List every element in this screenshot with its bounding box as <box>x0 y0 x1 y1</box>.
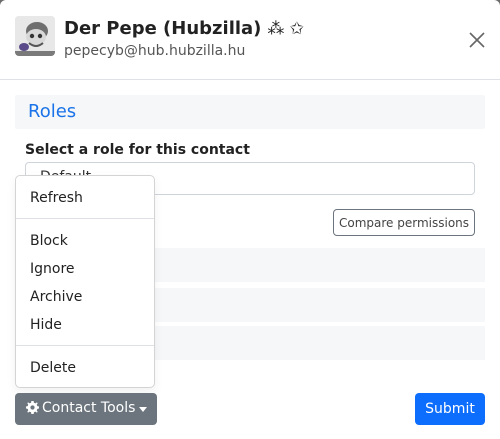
menu-item-delete[interactable]: Delete <box>16 355 154 381</box>
menu-item-hide[interactable]: Hide <box>16 312 154 338</box>
menu-item-archive[interactable]: Archive <box>16 284 154 310</box>
contact-tools-label: Contact Tools <box>42 400 136 416</box>
contact-edit-modal: Der Pepe (Hubzilla) ⁂ ✩ pepecyb@hub.hubzi… <box>0 0 500 439</box>
close-icon[interactable] <box>467 30 487 50</box>
caret-down-icon <box>139 407 147 412</box>
menu-item-ignore[interactable]: Ignore <box>16 256 154 282</box>
menu-item-refresh[interactable]: Refresh <box>16 185 154 211</box>
compare-permissions-button[interactable]: Compare permissions <box>333 209 475 236</box>
contact-name: Der Pepe (Hubzilla) ⁂ ✩ <box>64 18 304 39</box>
rating-stars: ⁂ ✩ <box>267 19 305 39</box>
avatar-image <box>15 16 55 56</box>
contact-tools-menu: Refresh Block Ignore Archive Hide Delete <box>15 175 155 388</box>
contact-address: pepecyb@hub.hubzilla.hu <box>64 43 246 59</box>
contact-tools-button[interactable]: Contact Tools <box>15 393 157 425</box>
modal-header: Der Pepe (Hubzilla) ⁂ ✩ pepecyb@hub.hubzi… <box>0 0 500 80</box>
contact-name-text: Der Pepe (Hubzilla) <box>64 18 262 39</box>
roles-section-header: Roles <box>15 95 485 129</box>
avatar <box>15 16 55 56</box>
role-select-label: Select a role for this contact <box>25 142 250 158</box>
submit-button[interactable]: Submit <box>415 393 485 425</box>
menu-divider <box>16 218 154 219</box>
menu-divider <box>16 345 154 346</box>
gear-icon <box>26 401 39 418</box>
menu-item-block[interactable]: Block <box>16 228 154 254</box>
roles-title: Roles <box>28 101 77 122</box>
